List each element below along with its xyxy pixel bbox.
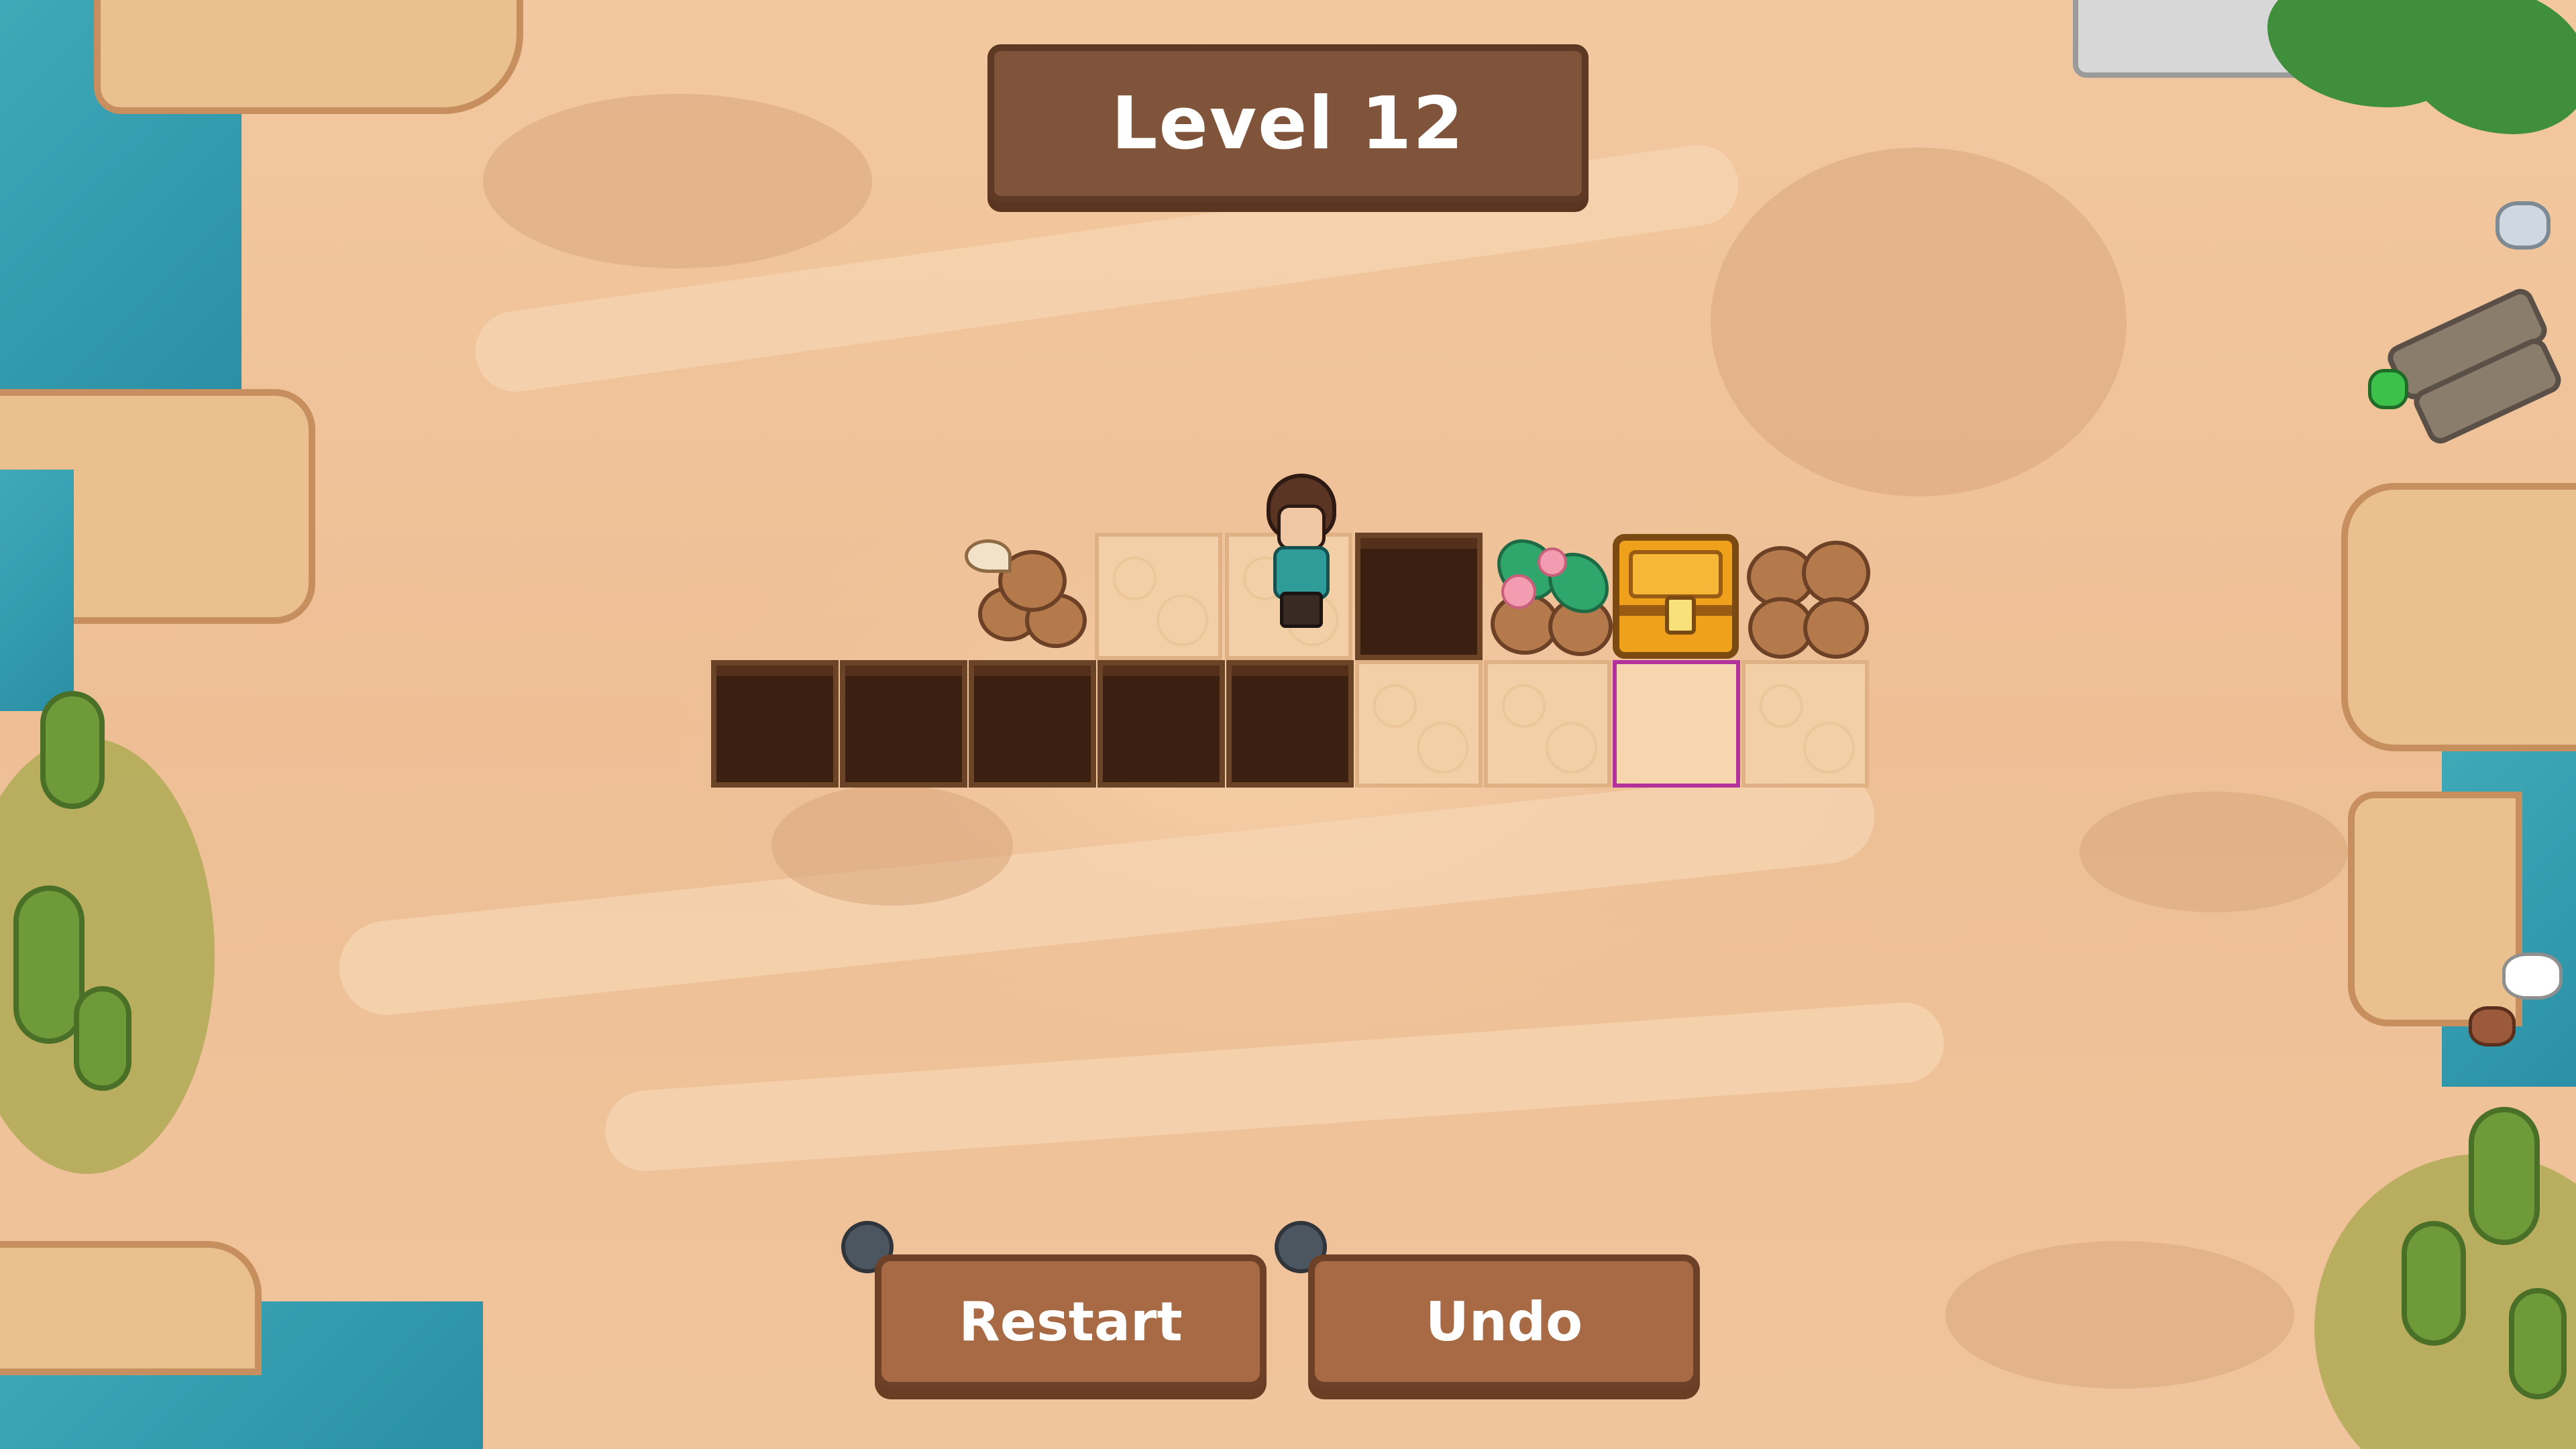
ground-shadow [1945, 1241, 2294, 1389]
chest-lid [1629, 550, 1723, 598]
ground-shadow [1711, 148, 2127, 496]
restart-button[interactable]: Restart [875, 1254, 1267, 1389]
sand-streak [334, 765, 1880, 1020]
sand-tile [1355, 660, 1483, 788]
lock-icon [1665, 596, 1696, 635]
duck-icon [2502, 953, 2563, 1000]
target-tile[interactable] [1613, 660, 1740, 788]
cactus [2402, 1221, 2466, 1346]
pit-tile [711, 660, 839, 788]
crab-icon [2469, 1006, 2516, 1046]
player-character[interactable] [1242, 467, 1350, 628]
pit-tile [840, 660, 967, 788]
ground-shadow [2080, 792, 2348, 912]
cliff-right [2341, 483, 2576, 751]
restart-label: Restart [959, 1290, 1183, 1353]
rock-tile [1741, 533, 1870, 660]
flowering-rock-tile [1484, 533, 1613, 660]
cactus [40, 691, 105, 809]
sand-tile [1095, 533, 1222, 660]
cactus [74, 986, 131, 1091]
pit-tile [1226, 660, 1354, 788]
cliff-right-lower [2348, 792, 2522, 1026]
cactus [2509, 1288, 2567, 1399]
flower-icon [1501, 574, 1536, 609]
palm-leaf [2402, 0, 2576, 134]
ground-shadow [483, 94, 872, 268]
bucket-icon [2496, 201, 2551, 250]
pit-tile [969, 660, 1096, 788]
game-scene: Level 12 Restart Undo [0, 0, 2576, 1449]
legs [1280, 592, 1323, 628]
ground-shadow [771, 785, 1013, 906]
bull-skull-rock-tile [965, 533, 1092, 660]
pit-tile [1097, 660, 1225, 788]
cliff-bottom-left [0, 1241, 262, 1375]
pit-tile [1355, 533, 1483, 660]
rock-lump [1803, 597, 1869, 659]
level-banner: Level 12 [987, 44, 1589, 203]
sand-tile [1741, 660, 1869, 788]
flower-icon [1538, 547, 1567, 577]
undo-button[interactable]: Undo [1308, 1254, 1700, 1389]
green-gem-icon [2368, 369, 2408, 409]
cliff-top-left [94, 0, 523, 114]
water-left-strip [0, 470, 74, 711]
treasure-chest[interactable] [1613, 534, 1739, 659]
level-title: Level 12 [1111, 81, 1465, 166]
sand-streak [602, 1000, 1947, 1174]
sand-tile [1484, 660, 1611, 788]
cactus [2469, 1107, 2540, 1245]
horn-icon [965, 539, 1012, 573]
face [1277, 504, 1326, 550]
undo-label: Undo [1425, 1290, 1583, 1353]
rock-lump [1802, 541, 1870, 605]
